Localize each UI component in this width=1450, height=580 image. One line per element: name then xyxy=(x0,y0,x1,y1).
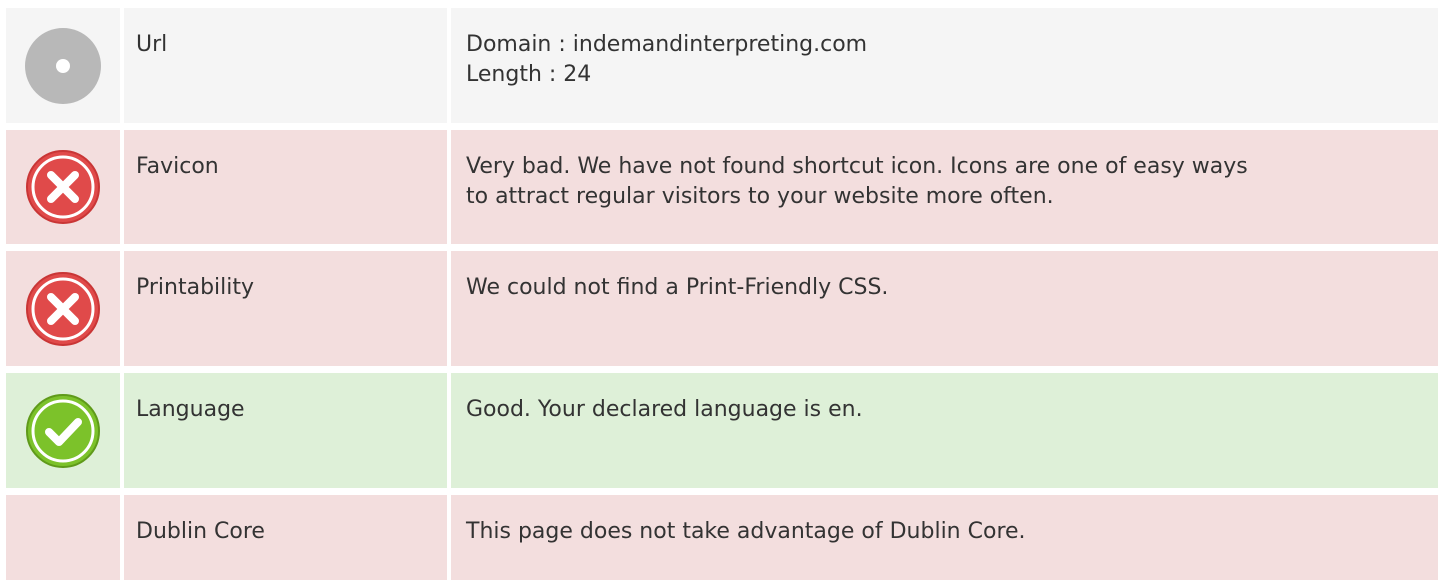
row-label: Url xyxy=(124,8,447,123)
report-row-dublin-core: Dublin Core This page does not take adva… xyxy=(6,495,1438,580)
error-x-icon xyxy=(23,269,103,349)
row-status-cell xyxy=(6,130,120,244)
value-line: Good. Your declared language is en. xyxy=(466,397,863,422)
report-row-language: Language Good. Your declared language is… xyxy=(6,373,1438,488)
report-row-url: Url Domain : indemandinterpreting.com Le… xyxy=(6,8,1438,123)
row-label: Favicon xyxy=(124,130,447,244)
row-status-cell xyxy=(6,8,120,123)
value-line: Very bad. We have not found shortcut ico… xyxy=(466,154,1248,179)
row-label: Printability xyxy=(124,251,447,366)
row-label: Language xyxy=(124,373,447,488)
value-line: to attract regular visitors to your webs… xyxy=(466,184,1054,209)
info-circle-icon xyxy=(23,26,103,106)
value-line: This page does not take advantage of Dub… xyxy=(466,519,1026,544)
row-status-cell xyxy=(6,251,120,366)
value-line: We could not find a Print-Friendly CSS. xyxy=(466,275,889,300)
row-value: Good. Your declared language is en. xyxy=(451,373,1438,488)
error-x-icon xyxy=(23,147,103,227)
report-row-favicon: Favicon Very bad. We have not found shor… xyxy=(6,130,1438,244)
row-value: We could not find a Print-Friendly CSS. xyxy=(451,251,1438,366)
checkmark-icon xyxy=(23,391,103,471)
value-line: Length : 24 xyxy=(466,62,592,87)
seo-report-table: Url Domain : indemandinterpreting.com Le… xyxy=(0,0,1450,580)
row-value: Very bad. We have not found shortcut ico… xyxy=(451,130,1438,244)
report-row-printability: Printability We could not find a Print-F… xyxy=(6,251,1438,366)
row-status-cell xyxy=(6,373,120,488)
row-status-cell xyxy=(6,495,120,580)
value-line: Domain : indemandinterpreting.com xyxy=(466,32,868,57)
row-value: This page does not take advantage of Dub… xyxy=(451,495,1438,580)
row-value: Domain : indemandinterpreting.com Length… xyxy=(451,8,1438,123)
row-label: Dublin Core xyxy=(124,495,447,580)
